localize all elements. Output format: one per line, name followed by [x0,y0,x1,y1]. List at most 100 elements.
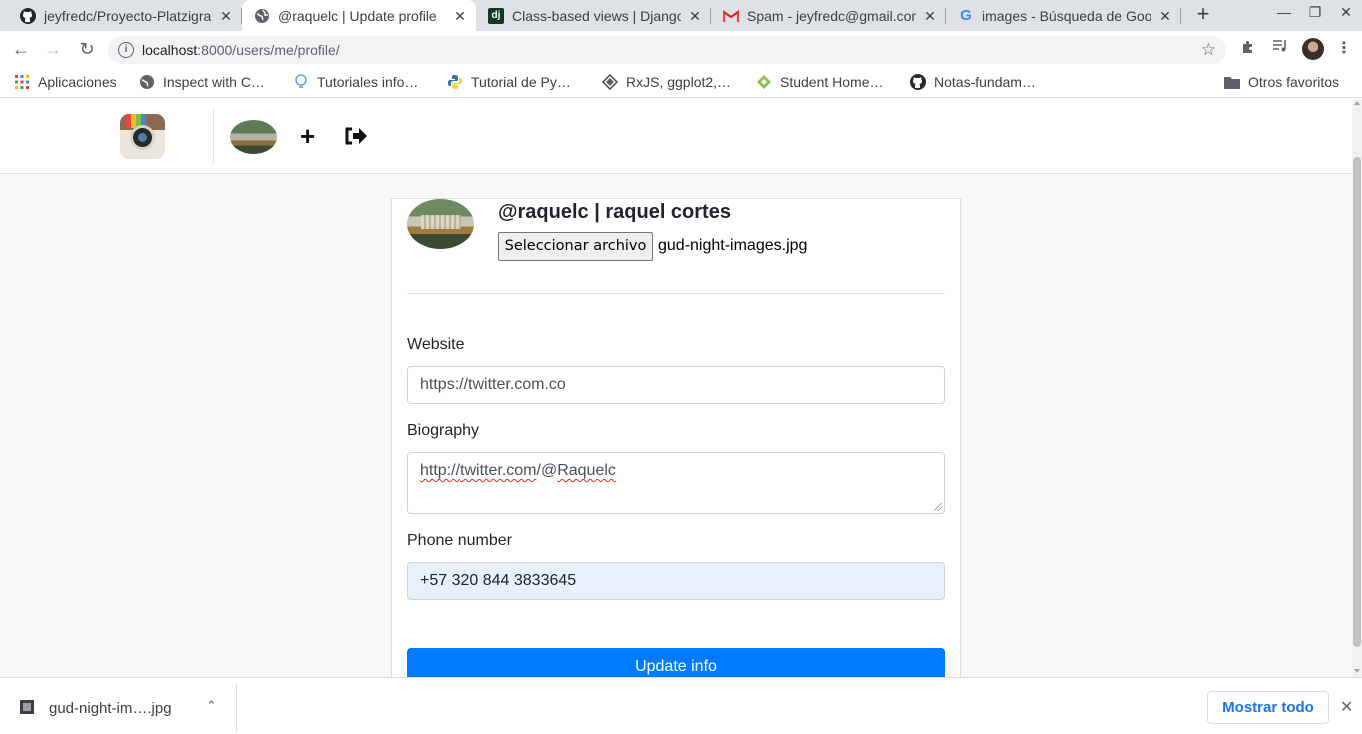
reload-icon[interactable]: ↻ [76,38,98,60]
bookmark-apps[interactable]: Aplicaciones [14,74,117,90]
biography-textarea[interactable]: http://twitter.com/@Raquelc [407,452,945,514]
download-item-name[interactable]: gud-night-im….jpg [49,700,172,717]
instagram-logo[interactable] [120,114,165,159]
url-text[interactable]: localhost:8000/users/me/profile/ [142,42,340,58]
resize-grip-icon[interactable] [934,503,942,511]
logout-icon[interactable] [344,126,368,146]
close-tab-icon[interactable]: ✕ [1157,8,1173,24]
other-bookmarks[interactable]: Otros favoritos [1224,74,1339,90]
bookmark-label: Tutorial de Py… [471,74,571,90]
close-tab-icon[interactable]: ✕ [687,8,703,24]
download-separator [236,684,237,732]
bookmark-notas[interactable]: Notas-fundam… [910,74,1036,90]
site-info-icon[interactable]: i [118,42,134,58]
bookmark-inspect[interactable]: Inspect with C… [139,74,265,90]
extensions-puzzle-icon[interactable] [1238,39,1258,59]
bookmark-label: Student Home… [780,74,884,90]
url-path: :8000/users/me/profile/ [197,42,340,58]
phone-label: Phone number [407,532,512,549]
tab-separator [1180,8,1181,24]
bulb-icon [293,74,309,90]
globe-icon [139,74,155,90]
apps-grid-icon [14,74,30,90]
bio-text-part: twitter.com [460,462,537,479]
folder-icon [1224,74,1240,90]
globe-icon [254,8,270,24]
diamond-icon [602,74,618,90]
page-scrollbar[interactable] [1352,99,1362,677]
new-post-plus-icon[interactable]: + [300,123,315,149]
profile-picture [407,199,474,249]
url-host: localhost [142,42,198,58]
bookmark-label: Inspect with C… [163,74,265,90]
window-close-icon[interactable]: ✕ [1336,4,1356,21]
bio-text-part: /@ [536,462,558,479]
file-icon [20,700,34,714]
google-icon: G [960,7,972,24]
website-label: Website [407,336,465,353]
bookmark-star-icon[interactable]: ☆ [1201,40,1216,60]
bookmark-label: Tutoriales info… [317,74,419,90]
bookmark-label: Aplicaciones [38,74,117,90]
choose-file-button[interactable]: Seleccionar archivo [498,232,653,261]
bookmark-label: Notas-fundam… [934,74,1036,90]
django-icon: dj [488,7,504,24]
forward-arrow-icon[interactable]: → [42,38,64,60]
profile-avatar[interactable] [1302,38,1324,60]
update-info-button[interactable]: Update info [407,648,945,677]
nav-divider [213,109,214,164]
tab-django-docs[interactable]: dj Class-based views | Django ✕ [476,0,711,31]
tab-google-images[interactable]: G images - Búsqueda de Google ✕ [946,0,1181,31]
scroll-thumb[interactable] [1353,157,1361,647]
scroll-down-icon[interactable] [1354,669,1360,673]
show-all-downloads-button[interactable]: Mostrar todo [1207,691,1329,724]
biography-label: Biography [407,422,480,439]
scroll-up-icon[interactable] [1354,101,1360,105]
address-bar[interactable]: i localhost:8000/users/me/profile/ ☆ [108,36,1226,64]
page-viewport: + @raquelc | raquel cortes Seleccionar a… [0,99,1352,677]
close-download-bar-icon[interactable]: ✕ [1340,697,1353,717]
close-tab-icon[interactable]: ✕ [218,8,234,24]
bookmark-label: RxJS, ggplot2,… [626,74,732,90]
nav-profile-avatar[interactable] [230,120,277,154]
tab-title: @raquelc | Update profile [278,7,437,24]
tab-title: Class-based views | Django [512,7,681,24]
bio-text-part: http:// [420,462,461,479]
tab-update-profile[interactable]: @raquelc | Update profile ✕ [242,0,476,31]
website-input[interactable]: https://twitter.com.co [407,366,945,404]
close-tab-icon[interactable]: ✕ [452,8,468,24]
tab-title: images - Búsqueda de Google [982,7,1151,24]
gmail-icon [723,8,739,24]
tab-gmail-spam[interactable]: Spam - jeyfredc@gmail.com ✕ [711,0,946,31]
camera-lens [130,125,155,150]
profile-form-card: @raquelc | raquel cortes Seleccionar arc… [391,198,961,677]
bookmark-tutoriales[interactable]: Tutoriales info… [293,74,418,90]
back-arrow-icon[interactable]: ← [10,38,32,60]
site-navbar: + [0,99,1352,174]
bookmark-python[interactable]: Tutorial de Py… [447,74,571,90]
restore-icon[interactable]: ❐ [1305,4,1325,21]
tab-strip: jeyfredc/Proyecto-Platzigram ✕ @raquelc … [0,0,1362,31]
media-queue-icon[interactable] [1270,39,1290,59]
new-tab-plus-icon[interactable]: + [1192,3,1214,26]
bookmark-student-home[interactable]: Student Home… [756,74,884,90]
bio-text-part: Raquelc [557,462,616,479]
leaf-icon [756,74,772,90]
github-icon [910,74,926,90]
bookmark-rxjs[interactable]: RxJS, ggplot2,… [602,74,731,90]
bookmarks-bar: Aplicaciones Inspect with C… Tutoriales … [0,68,1362,98]
github-icon [20,7,36,24]
python-icon [447,74,463,90]
minimize-icon[interactable]: — [1274,4,1294,20]
menu-kebab-icon[interactable]: ⋮ [1334,39,1354,59]
chevron-up-icon[interactable]: ⌃ [206,698,217,714]
tab-github-repo[interactable]: jeyfredc/Proyecto-Platzigram ✕ [0,0,242,31]
other-bookmarks-label: Otros favoritos [1248,74,1340,90]
phone-input[interactable]: +57 320 844 3833645 [407,562,945,600]
page-title: @raquelc | raquel cortes [498,201,731,223]
tab-title: jeyfredc/Proyecto-Platzigram [44,7,212,24]
waterfall-graphic [421,215,461,229]
download-bar: gud-night-im….jpg ⌃ Mostrar todo ✕ [0,677,1362,734]
close-tab-icon[interactable]: ✕ [922,8,938,24]
tab-title: Spam - jeyfredc@gmail.com [747,7,916,24]
